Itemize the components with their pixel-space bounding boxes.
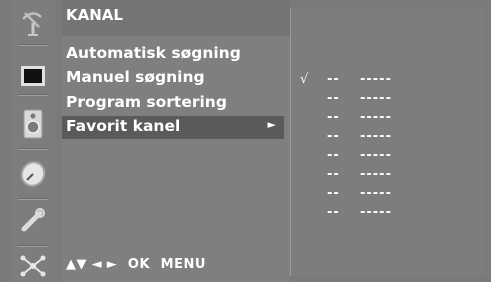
channel-number: -- bbox=[327, 91, 340, 106]
favorite-slot-7[interactable]: -- ----- bbox=[291, 186, 485, 204]
wrench-icon[interactable] bbox=[11, 200, 55, 240]
category-icon-bar bbox=[11, 0, 55, 282]
channel-name: ----- bbox=[360, 186, 392, 201]
favorite-channel-list: √ -- ----- -- ----- -- ----- -- ----- --… bbox=[290, 8, 485, 276]
menu-key-hint: MENU bbox=[160, 257, 206, 272]
channel-number: -- bbox=[327, 72, 340, 87]
channel-number: -- bbox=[327, 110, 340, 125]
channel-name: ----- bbox=[360, 91, 392, 106]
menu-title: KANAL bbox=[66, 6, 123, 24]
arrow-keys-hint: ▲▼ ◄ ► bbox=[66, 257, 118, 272]
channel-name: ----- bbox=[360, 129, 392, 144]
channel-number: -- bbox=[327, 205, 340, 220]
ok-key-hint: OK bbox=[127, 257, 151, 272]
menu-item-label: Favorit kanel bbox=[66, 117, 181, 135]
antenna-icon[interactable] bbox=[11, 2, 55, 42]
tv-osd: KANAL Automatisk søgning Manuel søgning … bbox=[0, 0, 491, 282]
favorite-slot-1[interactable]: √ -- ----- bbox=[291, 72, 485, 90]
menu-item-auto-search[interactable]: Automatisk søgning bbox=[62, 43, 284, 66]
channel-name: ----- bbox=[360, 167, 392, 182]
channel-number: -- bbox=[327, 148, 340, 163]
check-icon: √ bbox=[300, 72, 309, 87]
channel-name: ----- bbox=[360, 72, 392, 87]
speaker-icon[interactable] bbox=[11, 104, 55, 144]
network-icon[interactable] bbox=[11, 250, 55, 282]
favorite-slot-8[interactable]: -- ----- bbox=[291, 205, 485, 223]
submenu-arrow-icon: ► bbox=[267, 118, 276, 131]
favorite-slot-3[interactable]: -- ----- bbox=[291, 110, 485, 128]
menu-item-program-sort[interactable]: Program sortering bbox=[62, 92, 284, 115]
icon-divider bbox=[18, 44, 48, 46]
navigation-hint: ▲▼ ◄ ► OK MENU bbox=[66, 257, 206, 272]
menu-item-favorite-channel[interactable]: Favorit kanel ► bbox=[62, 116, 284, 139]
channel-name: ----- bbox=[360, 205, 392, 220]
icon-divider bbox=[18, 245, 48, 247]
channel-number: -- bbox=[327, 129, 340, 144]
menu-item-manual-search[interactable]: Manuel søgning bbox=[62, 67, 284, 90]
clock-icon[interactable] bbox=[11, 154, 55, 194]
favorite-slot-2[interactable]: -- ----- bbox=[291, 91, 485, 109]
favorite-slot-5[interactable]: -- ----- bbox=[291, 148, 485, 166]
channel-number: -- bbox=[327, 186, 340, 201]
channel-name: ----- bbox=[360, 110, 392, 125]
channel-number: -- bbox=[327, 167, 340, 182]
favorite-slot-4[interactable]: -- ----- bbox=[291, 129, 485, 147]
menu-item-label: Automatisk søgning bbox=[66, 44, 241, 62]
kanal-menu: KANAL Automatisk søgning Manuel søgning … bbox=[62, 0, 290, 282]
icon-divider bbox=[18, 94, 48, 96]
favorite-slot-6[interactable]: -- ----- bbox=[291, 167, 485, 185]
menu-item-label: Program sortering bbox=[66, 93, 227, 111]
channel-name: ----- bbox=[360, 148, 392, 163]
menu-item-label: Manuel søgning bbox=[66, 68, 205, 86]
menu-header: KANAL bbox=[62, 0, 290, 36]
icon-divider bbox=[18, 148, 48, 150]
screen-icon[interactable] bbox=[11, 56, 55, 96]
